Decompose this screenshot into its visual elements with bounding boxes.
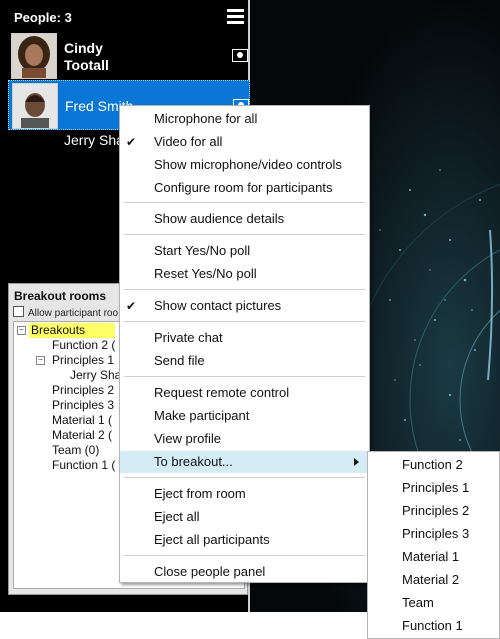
menu-item-label: Make participant [154, 408, 250, 423]
menu-item-make-participant[interactable]: Make participant [120, 405, 369, 427]
menu-item-label: To breakout... [154, 454, 233, 469]
menu-separator [124, 234, 365, 235]
man-portrait-icon [13, 84, 57, 128]
menu-item-label: Eject all participants [154, 532, 270, 547]
menu-item-show-mic-video-controls[interactable]: Show microphone/video controls [120, 154, 369, 176]
menu-item-start-poll[interactable]: Start Yes/No poll [120, 240, 369, 262]
menu-item-send-file[interactable]: Send file [120, 350, 369, 372]
menu-item-label: Request remote control [154, 385, 290, 400]
menu-item-label: Show microphone/video controls [154, 157, 342, 172]
avatar [12, 83, 58, 129]
menu-separator [124, 555, 365, 556]
person-row-jerry[interactable]: Jerry Sha [64, 132, 124, 148]
menu-item-label: Close people panel [154, 564, 266, 579]
breakout-title: Breakout rooms [14, 289, 107, 303]
collapse-icon[interactable]: − [36, 356, 45, 365]
menu-item-label: Reset Yes/No poll [154, 266, 257, 281]
allow-participant-checkbox[interactable]: Allow participant roo [13, 306, 118, 319]
menu-item-label: View profile [154, 431, 221, 446]
checkbox-icon[interactable] [13, 306, 24, 317]
menu-item-show-contact-pictures[interactable]: ✔ Show contact pictures [120, 295, 369, 317]
people-count: People: 3 [14, 10, 72, 25]
menu-item-eject-all-participants[interactable]: Eject all participants [120, 529, 369, 551]
person-name-line2: Tootall [64, 57, 109, 73]
submenu-item[interactable]: Function 2 [402, 457, 463, 473]
woman-portrait-icon [12, 34, 56, 78]
tree-item[interactable]: Principles 1 [52, 353, 114, 368]
menu-item-microphone-for-all[interactable]: Microphone for all [120, 108, 369, 130]
menu-item-label: Send file [154, 353, 205, 368]
menu-item-video-for-all[interactable]: ✔ Video for all [120, 131, 369, 153]
contact-card-icon[interactable] [232, 49, 248, 62]
menu-separator [124, 321, 365, 322]
menu-item-label: Show audience details [154, 211, 285, 226]
allow-participant-label: Allow participant roo [28, 308, 119, 319]
submenu-item[interactable]: Principles 2 [402, 503, 469, 519]
menu-item-label: Microphone for all [154, 111, 258, 126]
menu-item-eject-from-room[interactable]: Eject from room [120, 483, 369, 505]
menu-item-label: Show contact pictures [154, 298, 282, 313]
person-name: Cindy [64, 40, 103, 56]
tree-item[interactable]: Principles 3 [52, 398, 114, 413]
menu-item-configure-room[interactable]: Configure room for participants [120, 177, 369, 199]
menu-item-eject-all[interactable]: Eject all [120, 506, 369, 528]
submenu-item[interactable]: Material 1 [402, 549, 459, 565]
hamburger-menu-icon[interactable] [227, 9, 244, 25]
tree-item-breakouts[interactable]: Breakouts [29, 323, 116, 338]
checkmark-icon: ✔ [126, 135, 137, 149]
menu-item-label: Video for all [154, 134, 223, 149]
person-row-cindy[interactable]: Cindy Tootall [8, 31, 250, 81]
menu-item-view-profile[interactable]: View profile [120, 428, 369, 450]
submenu-item[interactable]: Principles 1 [402, 480, 469, 496]
breakout-submenu: Function 2 Principles 1 Principles 2 Pri… [367, 451, 500, 639]
tree-item-person[interactable]: Jerry Sha [70, 368, 121, 383]
menu-separator [124, 376, 365, 377]
menu-separator [124, 202, 365, 203]
menu-item-to-breakout[interactable]: To breakout... [120, 451, 369, 473]
tree-item[interactable]: Team (0) [52, 443, 99, 458]
menu-item-request-remote-control[interactable]: Request remote control [120, 382, 369, 404]
menu-separator [124, 477, 365, 478]
menu-item-label: Start Yes/No poll [154, 243, 251, 258]
tree-item[interactable]: Function 1 ( [52, 458, 115, 473]
tree-item[interactable]: Material 1 ( [52, 413, 112, 428]
tree-item[interactable]: Principles 2 [52, 383, 114, 398]
submenu-item[interactable]: Material 2 [402, 572, 459, 588]
tree-item[interactable]: Function 2 ( [52, 338, 115, 353]
menu-item-private-chat[interactable]: Private chat [120, 327, 369, 349]
checkmark-icon: ✔ [126, 299, 137, 313]
menu-item-reset-poll[interactable]: Reset Yes/No poll [120, 263, 369, 285]
menu-item-label: Private chat [154, 330, 223, 345]
context-menu: Microphone for all ✔ Video for all Show m… [119, 105, 370, 583]
submenu-item[interactable]: Team [402, 595, 434, 611]
tree-item[interactable]: Material 2 ( [52, 428, 112, 443]
menu-item-label: Eject from room [154, 486, 246, 501]
menu-separator [124, 289, 365, 290]
submenu-item[interactable]: Principles 3 [402, 526, 469, 542]
avatar [11, 33, 57, 79]
submenu-item[interactable]: Function 1 [402, 618, 463, 634]
menu-item-label: Configure room for participants [154, 180, 333, 195]
submenu-arrow-icon [354, 458, 359, 466]
menu-item-close-people-panel[interactable]: Close people panel [120, 561, 369, 583]
menu-item-show-audience-details[interactable]: Show audience details [120, 208, 369, 230]
menu-item-label: Eject all [154, 509, 200, 524]
collapse-icon[interactable]: − [17, 326, 26, 335]
